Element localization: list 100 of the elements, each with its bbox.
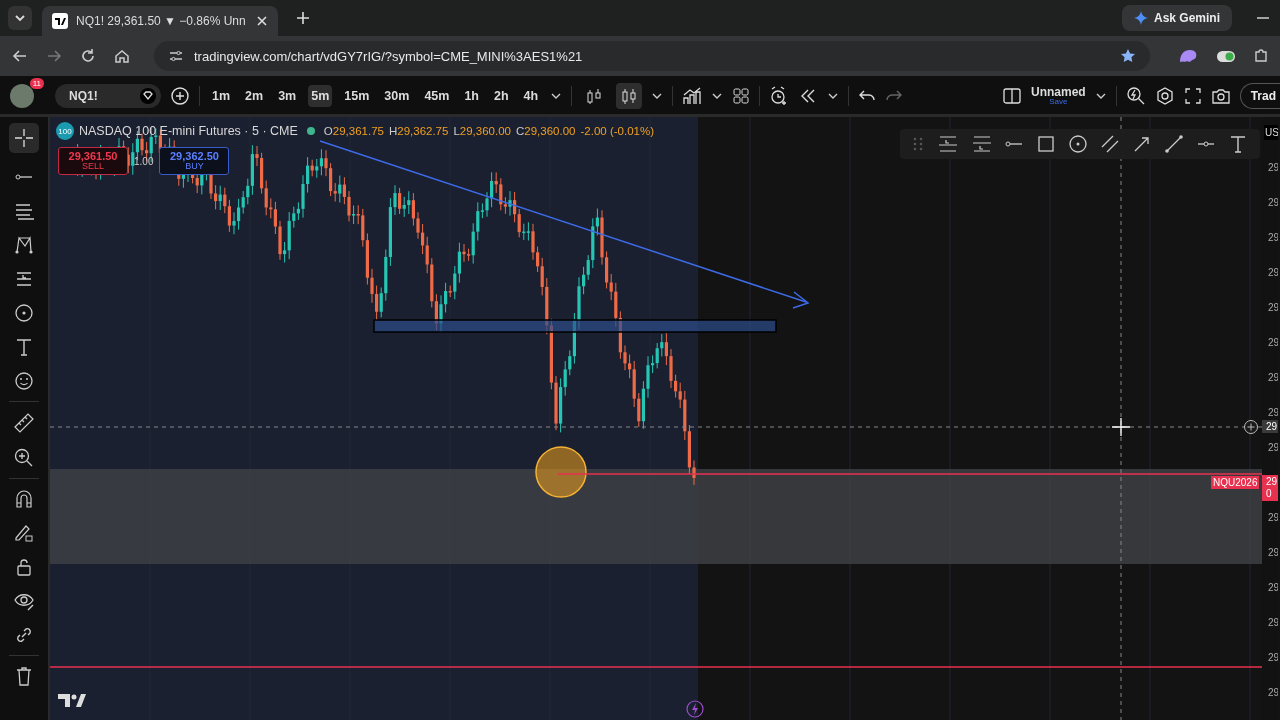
price-tick: 29 <box>1268 546 1278 558</box>
smiley-icon[interactable] <box>14 371 34 391</box>
notification-badge: 11 <box>29 78 44 89</box>
last-price-label: 29 0 <box>1262 475 1278 501</box>
buy-button[interactable]: 29,362.50 BUY <box>159 147 230 175</box>
highlight-circle <box>535 446 587 498</box>
tab-title: NQ1! 29,361.50 ▼ −0.86% Unn <box>76 14 247 28</box>
interval-button[interactable]: 5m <box>308 85 333 107</box>
price-tick: 29 <box>1268 511 1278 523</box>
eye-icon[interactable] <box>14 591 34 611</box>
interval-button[interactable]: 3m <box>275 85 300 107</box>
magnet-icon[interactable] <box>14 489 34 509</box>
site-settings-icon[interactable] <box>168 48 184 64</box>
crosshair-tool-button[interactable] <box>9 123 39 153</box>
trash-icon[interactable] <box>14 666 34 686</box>
ohlc-value: H29,362.75 <box>388 125 449 137</box>
grid-icon[interactable] <box>732 87 751 105</box>
price-tick: 29 <box>1268 336 1278 348</box>
tab-list-button[interactable] <box>8 6 32 30</box>
price-tick: 29 <box>1268 196 1278 208</box>
indicators-icon[interactable] <box>682 86 703 106</box>
tradingview-logo-icon <box>52 13 68 29</box>
circle-tool-icon[interactable] <box>14 303 34 323</box>
unlock-icon[interactable] <box>14 557 34 577</box>
interval-button[interactable]: 4h <box>520 85 542 107</box>
pencil-lock-icon[interactable] <box>14 523 34 543</box>
sparkle-icon <box>1133 11 1148 25</box>
crosshair-cursor-icon <box>1111 417 1131 437</box>
browser-tab[interactable]: NQ1! 29,361.50 ▼ −0.86% Unn <box>42 6 278 36</box>
candles-chart-button[interactable] <box>616 83 643 109</box>
back-icon[interactable] <box>12 48 28 64</box>
interval-button[interactable]: 30m <box>381 85 413 107</box>
close-icon[interactable] <box>256 15 268 27</box>
add-alert-icon[interactable] <box>1244 420 1258 434</box>
price-tick: 29 <box>1268 266 1278 278</box>
parallel-channel-icon[interactable] <box>1100 134 1120 154</box>
contract-label: NQU2026 <box>1211 476 1260 489</box>
lightning-icon[interactable] <box>686 700 704 718</box>
ask-gemini-button[interactable]: Ask Gemini <box>1121 5 1232 31</box>
rectangle-icon[interactable] <box>1036 134 1056 154</box>
avatar[interactable] <box>10 84 34 108</box>
bookmark-star-icon[interactable] <box>1120 48 1136 64</box>
circle-tool-icon[interactable] <box>1068 134 1088 154</box>
arrow-line-icon[interactable] <box>1132 134 1152 154</box>
interval-button[interactable]: 1h <box>461 85 482 107</box>
crosshair-price-label: 29 <box>1262 420 1278 433</box>
price-tick: 29 <box>1268 441 1278 453</box>
price-change: -2.00 (-0.01%) <box>580 125 654 137</box>
reload-icon[interactable] <box>80 48 96 64</box>
camera-icon[interactable] <box>1210 87 1231 105</box>
tradingview-logo-icon <box>58 694 86 707</box>
parallel-lines-icon[interactable] <box>13 201 35 221</box>
symbol-search-field[interactable]: NQ1! <box>55 84 161 108</box>
ohlc-value: C29,360.00 <box>516 125 576 137</box>
interval-button[interactable]: 2h <box>491 85 512 107</box>
zoom-in-icon[interactable] <box>14 448 34 468</box>
save-link[interactable]: Save <box>1049 98 1068 106</box>
position-tool-icon[interactable] <box>14 269 34 289</box>
chevron-down-icon <box>14 12 26 24</box>
pattern-tool-icon[interactable] <box>14 235 34 255</box>
interval-button[interactable]: 1m <box>209 85 234 107</box>
search-icon[interactable] <box>1125 86 1146 106</box>
interval-button[interactable]: 45m <box>421 85 453 107</box>
ruler-icon[interactable] <box>13 412 35 434</box>
candles-icon <box>620 87 639 105</box>
sell-button[interactable]: 29,361.50 SELL <box>58 147 128 175</box>
home-icon[interactable] <box>114 48 130 64</box>
layout-name[interactable]: Unnamed <box>1030 86 1086 98</box>
price-tick: 29 <box>1268 651 1278 663</box>
text-tool-icon[interactable] <box>1228 134 1248 154</box>
price-tick: 29 <box>1268 231 1278 243</box>
split-layout-icon[interactable] <box>1001 86 1022 106</box>
interval-button[interactable]: 15m <box>341 85 373 107</box>
price-tick: 29 <box>1268 161 1278 173</box>
crosshair-icon <box>14 128 34 148</box>
long-position-icon[interactable] <box>936 134 958 154</box>
drag-handle-icon[interactable] <box>912 136 924 152</box>
price-tick: 29 <box>1268 406 1278 418</box>
price-tick: 29 <box>1268 371 1278 383</box>
new-tab-icon[interactable] <box>296 11 310 25</box>
ohlc-value: O29,361.75 <box>323 125 384 137</box>
toggle-extension-icon[interactable] <box>1216 48 1236 64</box>
trend-line-icon[interactable] <box>1164 134 1184 154</box>
forward-icon[interactable] <box>46 48 62 64</box>
price-tick: 29 <box>1268 686 1278 698</box>
link-icon[interactable] <box>14 625 34 645</box>
quantity-label[interactable]: 1.00 <box>134 155 154 167</box>
price-tick: 29 <box>1268 581 1278 593</box>
currency-label[interactable]: US <box>1264 125 1278 140</box>
fullscreen-icon[interactable] <box>1183 87 1202 105</box>
add-symbol-icon[interactable] <box>170 86 190 106</box>
address-bar[interactable]: tradingview.com/chart/vdGY7rIG/?symbol=CME_MINI%3AES1%21 <box>154 41 1150 71</box>
ohlc-value: L29,360.00 <box>453 125 511 137</box>
interval-button[interactable]: 2m <box>242 85 267 107</box>
price-tick: 29 <box>1268 616 1278 628</box>
short-position-icon[interactable] <box>970 134 992 154</box>
market-open-dot <box>306 127 315 135</box>
settings-icon[interactable] <box>1154 86 1175 106</box>
puzzle-icon[interactable] <box>1254 48 1268 64</box>
text-tool-icon[interactable] <box>14 337 34 357</box>
